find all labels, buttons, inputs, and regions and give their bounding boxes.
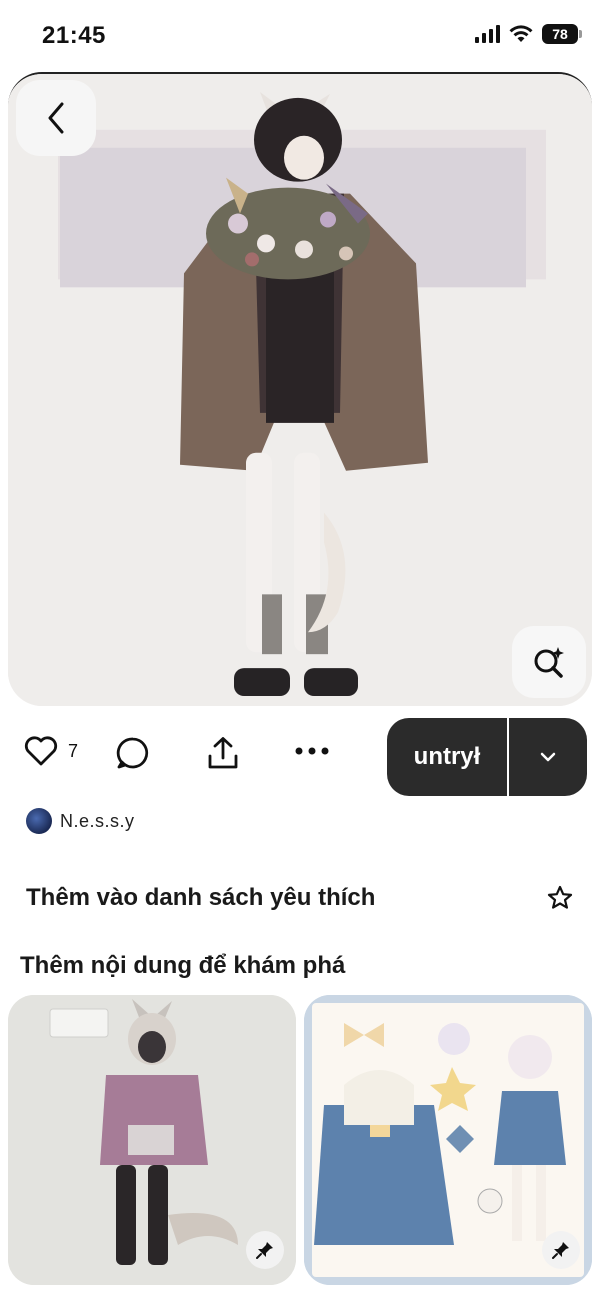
status-bar: 21:45 78 bbox=[0, 0, 600, 70]
visual-search-sparkle-icon bbox=[534, 647, 564, 678]
board-dropdown-button[interactable] bbox=[509, 718, 587, 796]
status-icons: 78 bbox=[475, 24, 582, 44]
save-button-group: untrył bbox=[387, 718, 587, 796]
avatar bbox=[26, 808, 52, 834]
status-time: 21:45 bbox=[42, 22, 106, 49]
heart-outline-icon bbox=[24, 736, 58, 766]
author-name: N.e.s.s.y bbox=[60, 810, 135, 831]
related-pin-card[interactable] bbox=[8, 995, 296, 1285]
cellular-signal-icon bbox=[475, 25, 500, 43]
pin-badge[interactable] bbox=[542, 1231, 580, 1269]
related-pin-card[interactable] bbox=[304, 995, 592, 1285]
pin-image[interactable] bbox=[8, 72, 592, 706]
comment-bubble-icon bbox=[116, 737, 149, 769]
pin-actions: 7 untrył bbox=[0, 716, 600, 796]
back-button[interactable] bbox=[16, 80, 96, 156]
save-button[interactable]: untrył bbox=[387, 718, 509, 796]
star-outline-icon[interactable] bbox=[546, 884, 574, 912]
like-button[interactable]: 7 bbox=[24, 736, 78, 766]
visual-search-button[interactable] bbox=[512, 626, 586, 698]
wifi-icon bbox=[509, 25, 533, 42]
explore-section-title: Thêm nội dung để khám phá bbox=[20, 952, 346, 979]
share-upload-icon bbox=[208, 737, 238, 769]
battery-level: 78 bbox=[552, 26, 568, 42]
more-dots-icon bbox=[295, 747, 329, 755]
battery-indicator: 78 bbox=[542, 24, 582, 44]
add-to-favorites-label: Thêm vào danh sách yêu thích bbox=[26, 884, 376, 911]
pushpin-icon bbox=[552, 1242, 569, 1259]
like-count: 7 bbox=[68, 740, 79, 761]
share-button[interactable] bbox=[206, 736, 240, 770]
more-options-button[interactable] bbox=[294, 746, 330, 756]
author-link[interactable]: N.e.s.s.y bbox=[26, 808, 135, 834]
chevron-left-icon bbox=[48, 102, 64, 134]
comment-button[interactable] bbox=[116, 736, 150, 770]
pin-illustration bbox=[8, 74, 592, 706]
pushpin-icon bbox=[256, 1242, 273, 1259]
pin-badge[interactable] bbox=[246, 1231, 284, 1269]
chevron-down-icon bbox=[540, 752, 556, 762]
add-to-favorites-row[interactable]: Thêm vào danh sách yêu thích bbox=[26, 878, 574, 918]
